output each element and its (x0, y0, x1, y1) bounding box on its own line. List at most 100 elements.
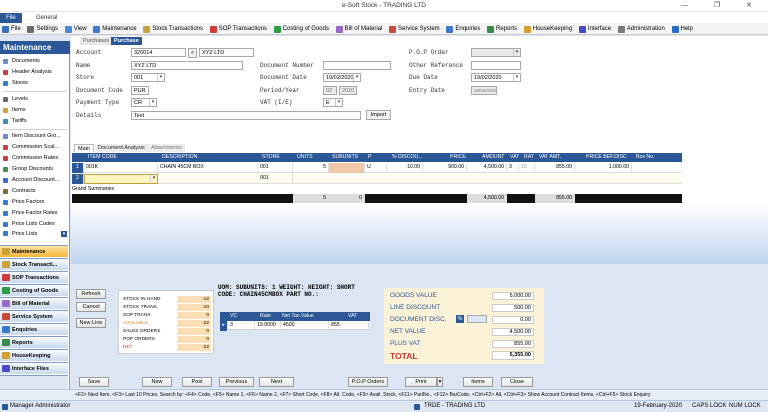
tab-purchases[interactable]: Purchases (80, 37, 112, 45)
sidebar-item-tariffs[interactable]: Tariffs (0, 116, 68, 126)
table-row[interactable]: 2 ▾ 001 (72, 174, 682, 184)
toolbar-settings[interactable]: Settings (25, 23, 61, 35)
store-select[interactable]: 001 ▾ (131, 73, 165, 82)
sidebar-item-price-lists[interactable]: Price Lists (0, 230, 68, 237)
sidebar-item-price-lists-codes[interactable]: Price Lists Codes (0, 219, 68, 229)
new-line-button[interactable]: New Line (76, 318, 106, 328)
cell-vat-amt[interactable]: 855.00 (535, 163, 575, 173)
sidebar-item-contracts[interactable]: Contracts (0, 186, 68, 196)
post-button[interactable]: Post (182, 377, 212, 387)
toolbar-service-system[interactable]: Service System (387, 23, 443, 35)
close-button[interactable]: Close (501, 377, 533, 387)
sidebar-group-stock-transactions[interactable]: Stock Transacti... (0, 258, 68, 270)
pop-orders-button[interactable]: P.O.P Orders (348, 377, 388, 387)
document-discount[interactable]: 0.00 (492, 316, 534, 324)
import-button[interactable]: Import (366, 110, 391, 120)
name-input[interactable]: XYZ LTD (131, 61, 243, 70)
cell-store[interactable]: 001 (258, 174, 293, 184)
tab-attachments[interactable]: Attachments (148, 144, 185, 152)
toolbar-interface[interactable]: Interface (577, 23, 614, 35)
tab-main[interactable]: Main (74, 144, 94, 152)
toolbar-housekeeping[interactable]: HouseKeeping (522, 23, 575, 35)
cancel-button[interactable]: Cancel (76, 302, 106, 312)
previous-button[interactable]: Previous (219, 377, 254, 387)
print-button[interactable]: Print (405, 377, 437, 387)
cell-amount[interactable]: 4,500.00 (467, 163, 507, 173)
column-header[interactable]: PRICE (448, 153, 466, 162)
column-header[interactable]: AMOUNT (480, 153, 504, 162)
scroll-down-icon[interactable]: ▾ (61, 231, 67, 237)
account-code-input[interactable]: 320014 (131, 48, 186, 57)
sidebar-group-bill-of-material[interactable]: Bill of Material (0, 297, 68, 309)
column-header[interactable]: SUBUNITS (330, 153, 358, 162)
sidebar-item-documents[interactable]: Documents (0, 56, 68, 66)
sidebar-item-group-discounts[interactable]: Group Discounts (0, 164, 68, 174)
sidebar-group-interface-files[interactable]: Interface Files (0, 362, 68, 374)
tab-document-analysis[interactable]: Document Analysis (95, 144, 148, 152)
sidebar-group-housekeeping[interactable]: HouseKeeping (0, 349, 68, 361)
sidebar-group-maintenance[interactable]: Maintenance (0, 245, 68, 257)
details-input[interactable]: Test (131, 111, 361, 120)
table-row[interactable]: 1 001K CHAIN 45CM BOX 001 5 U 10.00 900.… (72, 163, 682, 173)
column-header[interactable]: STORE (260, 153, 280, 162)
sidebar-item-item-discount-groups[interactable]: Item Discount Gro... (0, 131, 68, 141)
cell-subunits[interactable] (329, 163, 365, 173)
sidebar-item-account-discounts[interactable]: Account Discount... (0, 175, 68, 185)
document-discount-percent-input[interactable] (467, 315, 487, 323)
toolbar-maintenance[interactable]: Maintenance (91, 23, 139, 35)
sidebar-group-costing-of-goods[interactable]: Costing of Goods (0, 284, 68, 296)
sidebar-item-price-factor-rates[interactable]: Price Factor Rates (0, 208, 68, 218)
ribbon-tab-file[interactable]: File (0, 13, 22, 23)
ribbon-tab-general[interactable]: General (30, 13, 63, 23)
window-controls[interactable]: — ❐ ✕ (681, 1, 764, 9)
column-header[interactable]: DESCRIPTION (160, 153, 197, 162)
cell-item-code[interactable]: 001K (84, 163, 158, 173)
toolbar-enquiries[interactable]: Enquiries (444, 23, 483, 35)
sidebar-group-sop-transactions[interactable]: SOP Transactions (0, 271, 68, 283)
toolbar-administration[interactable]: Administration (616, 23, 668, 35)
sidebar-group-reports[interactable]: Reports (0, 336, 68, 348)
vat-select[interactable]: E ▾ (323, 98, 343, 107)
toolbar-file[interactable]: File (0, 23, 24, 35)
document-date-picker[interactable]: 19/02/2020 ▾ (323, 73, 361, 82)
percent-toggle[interactable]: % (456, 315, 464, 323)
account-search-icon[interactable]: ⌕ (188, 48, 197, 58)
cell-item-code-editor[interactable]: ▾ (84, 174, 158, 184)
cell-description[interactable]: CHAIN 45CM BOX (158, 163, 258, 173)
document-code-input[interactable]: PUR (131, 86, 149, 95)
toolbar-costing-of-goods[interactable]: Costing of Goods (272, 23, 332, 35)
toolbar-bill-of-material[interactable]: Bill of Material (334, 23, 386, 35)
toolbar-view[interactable]: View (63, 23, 90, 35)
print-dropdown-icon[interactable]: ▾ (437, 377, 443, 387)
sidebar-item-levels[interactable]: Levels (0, 94, 68, 104)
pop-order-select[interactable]: ▾ (471, 48, 521, 57)
next-button[interactable]: Next (259, 377, 294, 387)
toolbar-stock-transactions[interactable]: Stock Transactions (141, 23, 206, 35)
cell-price-before-discount[interactable]: 1,000.00 (575, 163, 632, 173)
refresh-button[interactable]: Refresh (76, 289, 106, 299)
column-header[interactable]: ITEM CODE (86, 153, 117, 162)
cell-units[interactable]: 5 (293, 163, 329, 173)
sidebar-item-stores[interactable]: Stores (0, 78, 68, 88)
sidebar-group-service-system[interactable]: Service System (0, 310, 68, 322)
toolbar-help[interactable]: Help (670, 23, 696, 35)
payment-type-select[interactable]: CR ▾ (131, 98, 157, 107)
cell-price[interactable]: 900.00 (423, 163, 467, 173)
save-button[interactable]: Save (79, 377, 109, 387)
column-header[interactable]: P (366, 153, 371, 162)
sidebar-item-commission-scales[interactable]: Commission Scal... (0, 142, 68, 152)
toolbar-sop-transactions[interactable]: SOP Transactions (208, 23, 270, 35)
new-button[interactable]: New (142, 377, 172, 387)
sidebar-item-items[interactable]: Items (0, 105, 68, 115)
cell-store[interactable]: 001 (258, 163, 293, 173)
document-number-input[interactable] (323, 61, 391, 70)
column-header[interactable]: PRICE BEF.DISC (584, 153, 627, 162)
column-header[interactable]: RAT (522, 153, 534, 162)
sidebar-item-commission-rates[interactable]: Commission Rates (0, 153, 68, 163)
sidebar-item-price-factors[interactable]: Price Factors (0, 197, 68, 207)
cell-discount[interactable]: 10.00 (387, 163, 423, 173)
cell-vat[interactable]: 3 (507, 163, 519, 173)
column-header[interactable]: UNITS (295, 153, 313, 162)
column-header[interactable]: % DISCOU... (390, 153, 423, 162)
items-button[interactable]: Items (463, 377, 493, 387)
